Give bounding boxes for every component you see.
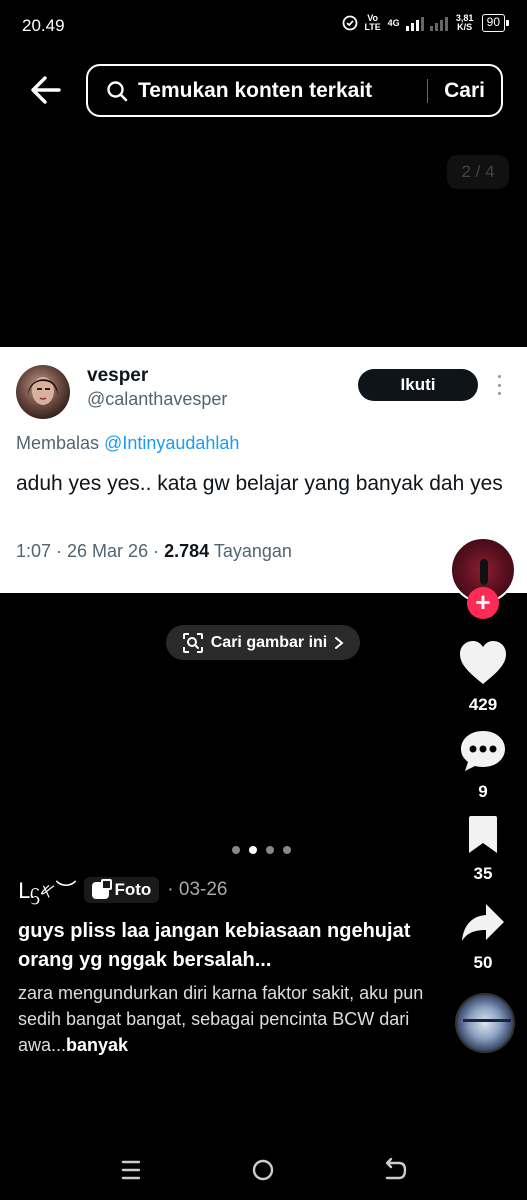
search-image-label: Cari gambar ini: [210, 633, 328, 651]
reply-mention: @Intinyaudahlah: [104, 433, 240, 453]
tweet-views-label: Tayangan: [213, 541, 292, 561]
search-input[interactable]: Temukan konten terkait: [138, 79, 427, 103]
avatar-portrait: [28, 377, 58, 405]
recent-apps-button[interactable]: [111, 1154, 151, 1186]
tweet-reply-to: Membalas @Intinyaudahlah: [16, 433, 239, 454]
bookmark-icon: [469, 816, 497, 853]
post-title[interactable]: guys pliss laa jangan kebiasaan ngehujat…: [18, 917, 428, 975]
save-button[interactable]: 35: [456, 815, 510, 884]
search-divider: [426, 78, 429, 103]
post-description[interactable]: zara mengundurkan diri karna faktor saki…: [18, 980, 428, 1058]
post-author-name[interactable]: ᒪᦓ𐤀︶: [18, 875, 76, 905]
search-image-button[interactable]: Cari gambar ini: [166, 625, 360, 660]
tweet-views-count: 2.784: [164, 541, 210, 561]
menu-icon: [121, 1160, 141, 1180]
photo-badge: Foto: [84, 877, 160, 903]
carousel-indicator: [232, 846, 291, 854]
carousel-dot: [232, 846, 240, 854]
home-circle-icon: [252, 1159, 274, 1181]
tweet-author-handle: @calanthavesper: [87, 389, 228, 409]
signal-icon: [405, 15, 424, 31]
page-counter: 2 / 4: [447, 155, 509, 189]
arrow-left-icon: [31, 76, 61, 104]
post-author-row: ᒪᦓ𐤀︶ Foto · 03-26: [18, 874, 227, 906]
tweet-timestamp: 1:07 · 26 Mar 26 ·: [16, 541, 165, 561]
carousel-dot: [283, 846, 291, 854]
like-count: 429: [468, 695, 498, 714]
music-disc[interactable]: [455, 993, 515, 1053]
tweet-text: aduh yes yes.. kata gw belajar yang bany…: [16, 472, 503, 495]
status-time: 20.49: [22, 16, 65, 35]
status-bar: 20.49 Vo LTE 4G 3,81 K/S 90: [0, 0, 527, 52]
tweet-avatar: [16, 365, 70, 419]
back-nav-button[interactable]: [375, 1154, 415, 1186]
reply-prefix: Membalas: [16, 433, 100, 453]
comment-button[interactable]: 9: [456, 729, 510, 802]
search-bar[interactable]: Temukan konten terkait Cari: [86, 64, 503, 117]
tweet-image[interactable]: vesper @calanthavesper Ikuti Membalas @I…: [0, 347, 527, 593]
network-type: 4G: [387, 17, 400, 28]
tweet-follow-button: Ikuti: [358, 369, 478, 401]
comment-icon: [461, 731, 505, 771]
net-speed: 3,81 K/S: [455, 13, 474, 32]
post-date: · 03-26: [167, 879, 228, 900]
carousel-dot: [266, 846, 274, 854]
music-disc-art: [463, 1019, 511, 1022]
image-search-icon: [182, 632, 203, 653]
volte-indicator: Vo LTE: [364, 13, 381, 32]
follow-creator-button[interactable]: +: [467, 587, 499, 619]
tweet-author-name: vesper: [87, 365, 149, 386]
avatar-figure: [480, 559, 488, 585]
heart-icon: [460, 641, 506, 684]
search-icon: [107, 80, 128, 101]
share-count: 50: [473, 953, 493, 972]
see-more-link[interactable]: banyak: [66, 1035, 128, 1055]
search-submit-button[interactable]: Cari: [444, 79, 485, 103]
carousel-dot-active: [249, 846, 257, 854]
photo-badge-label: Foto: [114, 880, 152, 899]
back-button[interactable]: [26, 70, 66, 110]
system-nav-bar: [0, 1140, 527, 1200]
status-icons: Vo LTE 4G 3,81 K/S 90: [342, 13, 510, 32]
share-button[interactable]: 50: [456, 902, 510, 973]
battery-icon: 90: [481, 14, 510, 32]
back-nav-icon: [385, 1157, 407, 1180]
comment-count: 9: [478, 782, 488, 801]
signal-2-icon: [429, 15, 448, 31]
tweet-meta: 1:07 · 26 Mar 26 · 2.784 Tayangan: [16, 541, 292, 562]
photo-icon: [92, 878, 113, 899]
chevron-right-icon: [335, 636, 344, 649]
more-options-icon: [496, 375, 502, 395]
alarm-icon: [342, 15, 358, 31]
home-button[interactable]: [243, 1154, 283, 1186]
like-button[interactable]: 429: [456, 640, 510, 715]
share-icon: [462, 904, 504, 941]
save-count: 35: [473, 864, 493, 883]
